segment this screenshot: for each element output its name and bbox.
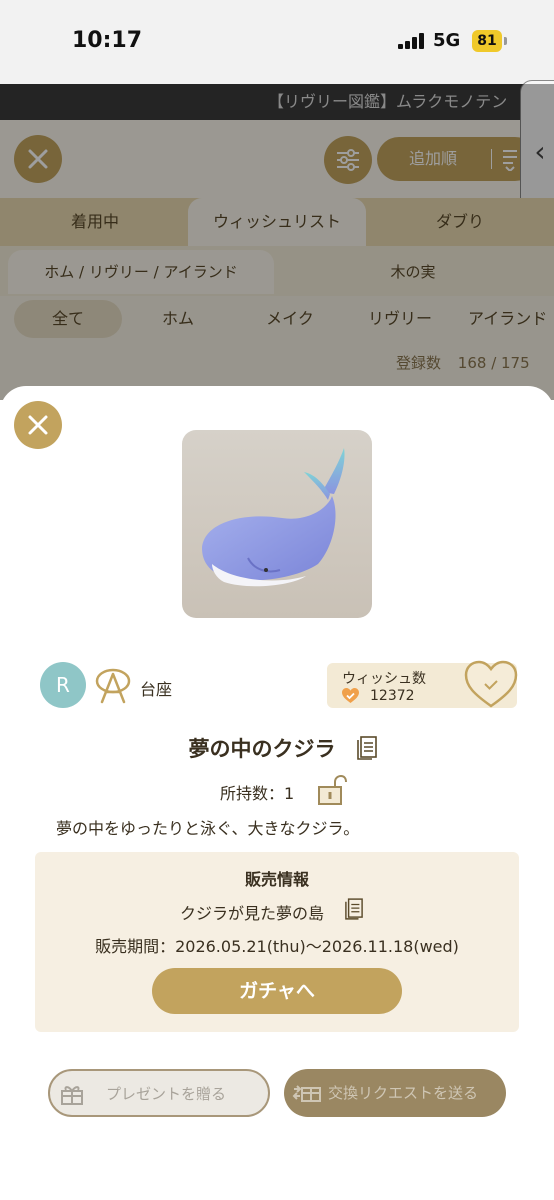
battery-icon: 81 [472, 30, 502, 52]
owned-count: 所持数：1 [220, 784, 295, 803]
wish-count: 12372 [370, 688, 415, 704]
heart-icon [342, 688, 359, 703]
network-label: 5G [433, 30, 461, 51]
category-label: 台座 [140, 680, 173, 699]
wish-label: ウィッシュ数 [342, 671, 426, 687]
document-icon[interactable] [357, 736, 377, 760]
modal-overlay[interactable] [0, 84, 554, 400]
item-image [182, 430, 372, 618]
document-icon[interactable] [345, 898, 363, 920]
pedestal-icon [95, 668, 131, 704]
item-description: 夢の中をゆったりと泳ぐ、大きなクジラ。 [56, 819, 360, 838]
battery-tip [504, 37, 507, 45]
present-label: プレゼントを贈る [106, 1085, 227, 1103]
status-bar: 10:17 5G 81 [0, 0, 554, 84]
exchange-icon [292, 1085, 321, 1102]
go-to-gacha-button[interactable]: ガチャへ [152, 968, 402, 1014]
gift-icon [61, 1086, 83, 1105]
rarity-badge: R [40, 662, 86, 708]
item-name: 夢の中のクジラ [188, 737, 336, 761]
sale-gacha-name: クジラが見た夢の島 [180, 904, 325, 923]
wish-heart-button[interactable] [464, 660, 518, 710]
trade-request-button[interactable]: 交換リクエストを送る [284, 1069, 506, 1117]
send-present-button[interactable]: プレゼントを贈る [48, 1069, 270, 1117]
sale-period: 販売期間：2026.05.21(thu)〜2026.11.18(wed) [95, 937, 459, 956]
close-icon [28, 415, 48, 435]
modal-close-button[interactable] [14, 401, 62, 449]
signal-icon [398, 33, 426, 49]
status-time: 10:17 [72, 28, 143, 53]
unlock-icon[interactable] [318, 775, 348, 805]
trade-label: 交換リクエストを送る [328, 1084, 479, 1102]
sale-heading: 販売情報 [244, 870, 309, 889]
whale-illustration [202, 448, 345, 587]
